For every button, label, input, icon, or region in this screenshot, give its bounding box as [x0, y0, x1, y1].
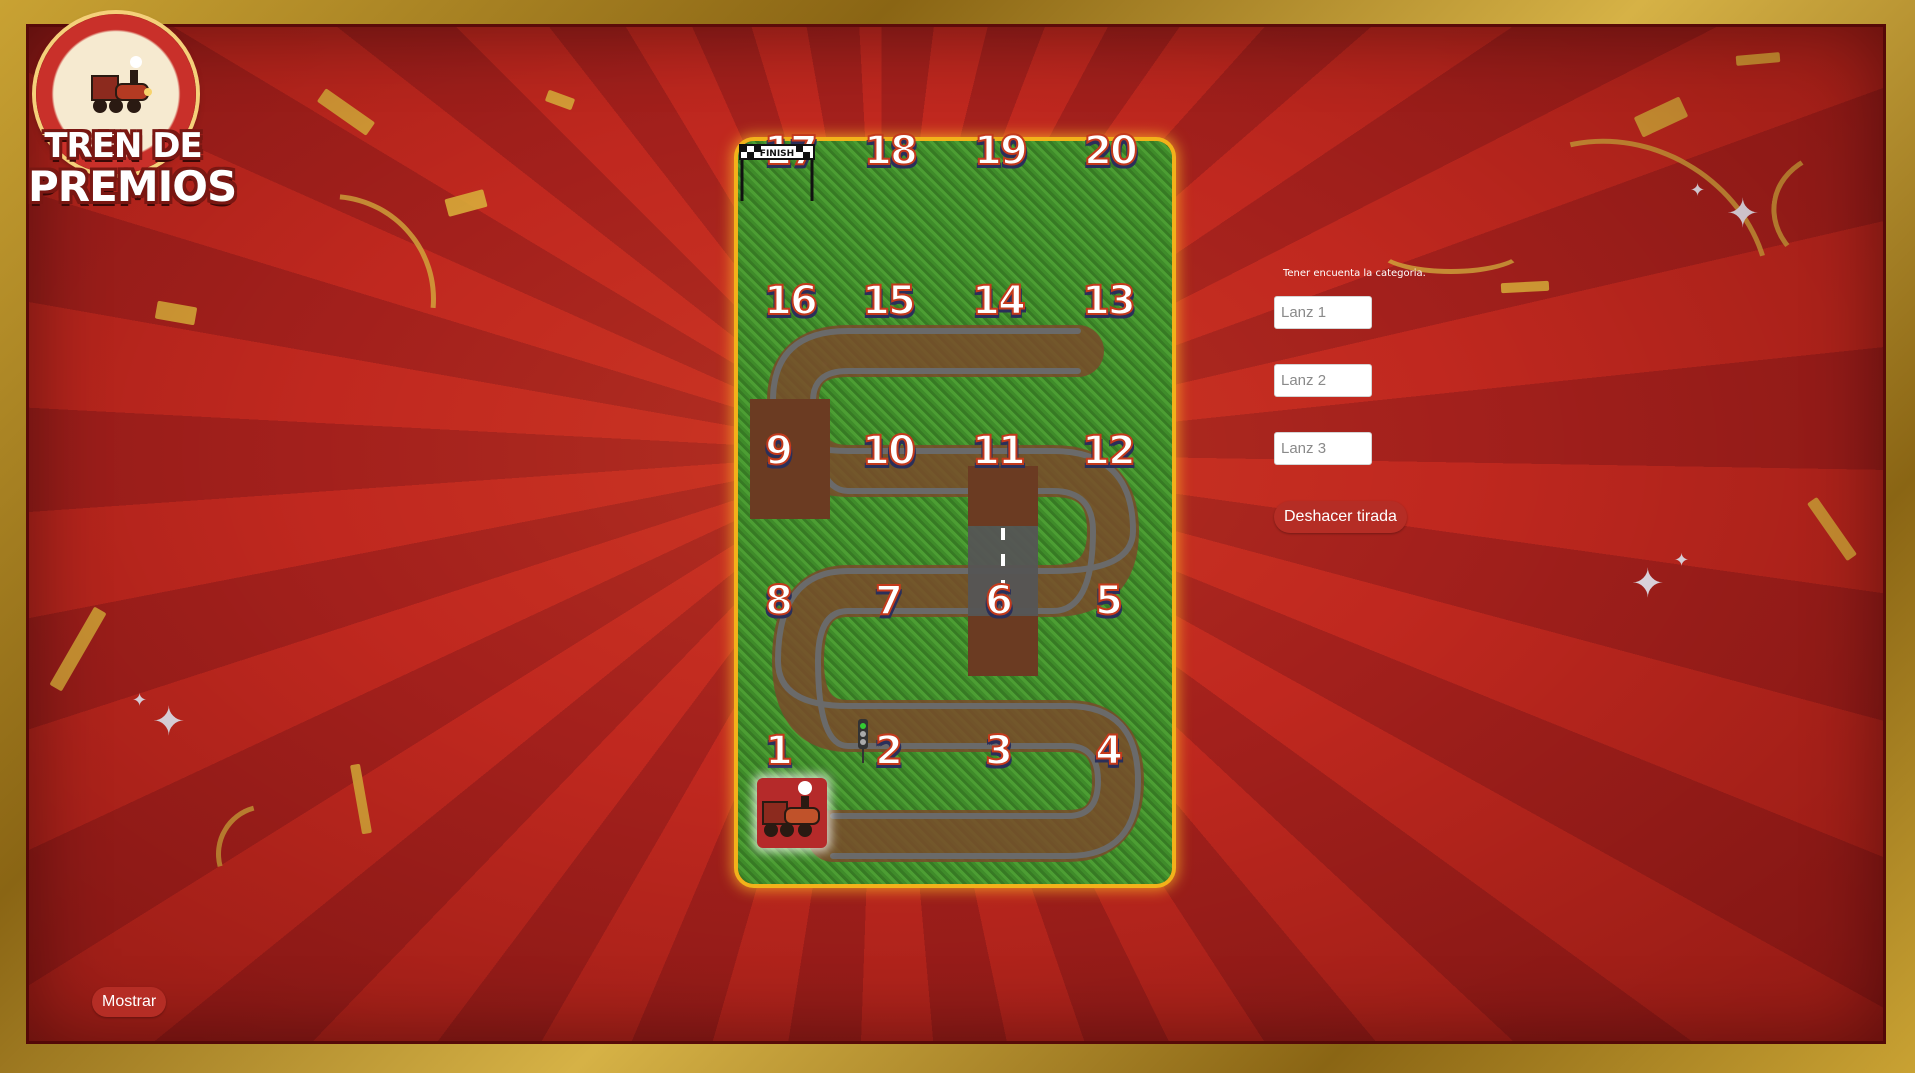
sparkle-icon: ✦	[152, 699, 186, 745]
board-cell-3: 3	[984, 728, 1014, 774]
traffic-light-icon	[858, 719, 868, 763]
board-cell-12: 12	[1081, 428, 1137, 474]
board-cell-10: 10	[861, 428, 917, 474]
logo-title-line1: TREN DE	[44, 126, 202, 166]
board-cell-13: 13	[1081, 278, 1137, 324]
board-cell-1: 1	[764, 728, 794, 774]
sparkle-icon: ✦	[1690, 180, 1706, 201]
sparkle-icon: ✦	[1631, 561, 1665, 607]
sparkle-icon: ✦	[1674, 550, 1690, 571]
board-cell-20: 20	[1083, 128, 1139, 174]
confetti-piece	[49, 606, 107, 692]
board-cell-18: 18	[863, 128, 919, 174]
board-cell-14: 14	[971, 278, 1027, 324]
sparkle-icon: ✦	[132, 690, 148, 711]
streamer	[1760, 136, 1886, 292]
undo-roll-button[interactable]: Deshacer tirada	[1274, 501, 1407, 533]
confetti-piece	[444, 189, 488, 217]
board-cell-9: 9	[764, 428, 794, 474]
board-cell-8: 8	[764, 578, 794, 624]
board-cell-11: 11	[971, 428, 1027, 474]
roll-3-input[interactable]	[1274, 432, 1372, 465]
confetti-piece	[544, 89, 576, 111]
confetti-piece	[1633, 96, 1689, 138]
train-icon	[91, 56, 152, 113]
train-icon	[762, 781, 820, 837]
streamer	[1376, 224, 1526, 274]
streamer	[1419, 84, 1823, 474]
board-cell-19: 19	[973, 128, 1029, 174]
board-cell-16: 16	[763, 278, 819, 324]
confetti-piece	[349, 763, 373, 835]
sparkle-icon: ✦	[1726, 191, 1760, 237]
category-hint: Tener encuenta la categoria.	[1283, 268, 1426, 279]
finish-line-icon: FINISH	[739, 144, 815, 201]
confetti-piece	[1807, 496, 1857, 562]
confetti-piece	[1735, 52, 1781, 66]
streamer	[197, 785, 335, 923]
board-cell-15: 15	[861, 278, 917, 324]
board-cell-4: 4	[1094, 728, 1124, 774]
board-cell-7: 7	[874, 578, 904, 624]
finish-label: FINISH	[760, 149, 794, 159]
logo-title-line2: PREMIOS	[28, 162, 237, 211]
game-logo: TREN DE PREMIOS	[28, 14, 237, 224]
game-board: 1 2 3 4 5 6 7 8 9 10 11 12 13 14 15 16 1…	[738, 130, 1172, 884]
show-button[interactable]: Mostrar	[92, 987, 167, 1017]
confetti-piece	[316, 88, 376, 136]
confetti-piece	[154, 300, 198, 326]
roll-1-input[interactable]	[1274, 296, 1372, 329]
roll-2-input[interactable]	[1274, 364, 1372, 397]
board-cell-5: 5	[1094, 578, 1124, 624]
train-player-token[interactable]	[757, 778, 827, 848]
board-cell-6: 6	[984, 578, 1014, 624]
